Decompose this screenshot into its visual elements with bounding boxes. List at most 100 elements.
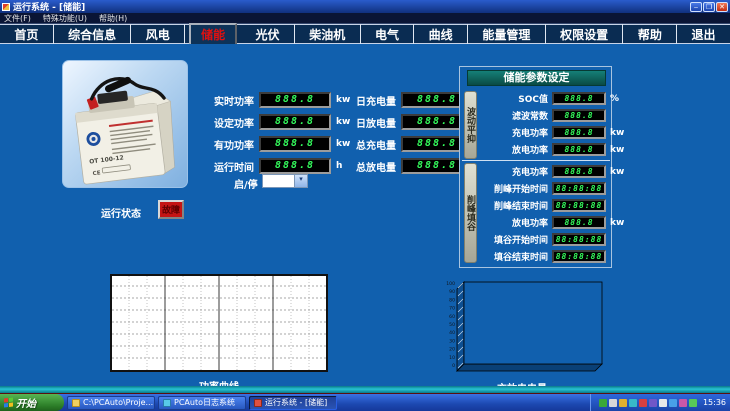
taskbar-task-log-system[interactable]: PCAuto日志系统 (158, 396, 246, 410)
led-display[interactable]: 888.8 (552, 216, 606, 229)
task-label: 运行系统 - [储能] (265, 397, 327, 408)
menu-help[interactable]: 帮助(H) (99, 13, 127, 24)
charge-discharge-chart: 100 90 80 70 60 50 40 30 20 10 0 (432, 278, 612, 374)
led-display[interactable]: 88:88:88 (552, 199, 606, 212)
param-label: 日放电量 (338, 115, 396, 130)
tray-icon[interactable] (689, 399, 697, 407)
battery-image: OT 100-12 CE (62, 60, 188, 188)
nav-storage[interactable]: 储能 (189, 23, 237, 46)
nav-overview[interactable]: 综合信息 (54, 24, 132, 45)
tray-icon[interactable] (619, 399, 627, 407)
taskbar-clock[interactable]: 15:36 (703, 398, 726, 407)
tray-icon[interactable] (659, 399, 667, 407)
led-display: 888.8 (259, 114, 331, 130)
system-tray: 15:36 (590, 394, 730, 411)
setting-unit: kw (610, 167, 626, 177)
settings-row: SOC值 888.8 % (480, 91, 626, 106)
y-tick: 60 (449, 314, 455, 320)
nav-pv[interactable]: 光伏 (241, 24, 295, 45)
nav-home[interactable]: 首页 (0, 24, 54, 45)
setting-label: 充电功率 (480, 126, 548, 139)
menubar: 文件(F) 特殊功能(U) 帮助(H) (0, 13, 730, 24)
led-display[interactable]: 888.8 (552, 143, 606, 156)
nav-diesel[interactable]: 柴油机 (295, 24, 361, 45)
led-display: 888.8 (259, 92, 331, 108)
nav-wind[interactable]: 风电 (131, 24, 185, 45)
tray-icon[interactable] (629, 399, 637, 407)
led-display[interactable]: 88:88:88 (552, 182, 606, 195)
nav-permissions[interactable]: 权限设置 (546, 24, 624, 45)
group-divider (462, 160, 610, 161)
nav-help[interactable]: 帮助 (623, 24, 677, 45)
tray-icon[interactable] (669, 399, 677, 407)
app-window-icon (163, 399, 171, 407)
menu-file[interactable]: 文件(F) (4, 13, 31, 24)
settings-row: 填谷结束时间 88:88:88 (480, 249, 626, 264)
settings-row: 充电功率 888.8 kw (480, 125, 626, 140)
y-tick: 40 (449, 330, 455, 336)
y-tick: 70 (449, 306, 455, 312)
setting-label: 放电功率 (480, 216, 548, 229)
app-window: 运行系统 - [储能] 文件(F) 特殊功能(U) 帮助(H) 首页 综合信息 … (0, 0, 730, 411)
taskbar-task-run-system[interactable]: 运行系统 - [储能] (249, 396, 337, 410)
menu-special[interactable]: 特殊功能(U) (43, 13, 87, 24)
led-display[interactable]: 888.8 (552, 109, 606, 122)
monitor-row: 有功功率 888.8 kw (196, 136, 350, 152)
folder-icon (72, 399, 80, 407)
group-tab-peak-shaving: 削峰填谷 (464, 163, 477, 263)
tray-icon[interactable] (649, 399, 657, 407)
led-display[interactable]: 88:88:88 (552, 250, 606, 263)
settings-row: 放电功率 888.8 kw (480, 142, 626, 157)
settings-row: 填谷开始时间 88:88:88 (480, 232, 626, 247)
param-label: 日充电量 (338, 93, 396, 108)
setting-label: 削峰结束时间 (480, 199, 548, 212)
windows-logo-icon (4, 398, 13, 408)
settings-title: 储能参数设定 (467, 70, 606, 86)
param-label: 总充电量 (338, 137, 396, 152)
settings-panel: 储能参数设定 波动平抑 削峰填谷 SOC值 888.8 % 滤波常数 888.8… (459, 66, 612, 268)
nav-curves[interactable]: 曲线 (414, 24, 468, 45)
nav-electric[interactable]: 电气 (361, 24, 415, 45)
param-label: 总放电量 (338, 159, 396, 174)
setting-unit: kw (610, 218, 626, 228)
led-display[interactable]: 888.8 (552, 92, 606, 105)
window-titlebar[interactable]: 运行系统 - [储能] (0, 0, 730, 13)
close-icon[interactable] (716, 2, 728, 12)
led-display: 888.8 (259, 136, 331, 152)
taskbar-task-explorer[interactable]: C:\PCAuto\Proje... (67, 396, 155, 410)
tray-icon[interactable] (599, 399, 607, 407)
power-curve-chart (110, 274, 328, 372)
chevron-down-icon[interactable] (294, 175, 307, 187)
status-indicator: 故障 (158, 200, 184, 219)
start-label: 开始 (16, 395, 36, 410)
nav-energy-mgmt[interactable]: 能量管理 (468, 24, 546, 45)
param-label: 运行时间 (196, 159, 254, 174)
setting-unit: kw (610, 128, 626, 138)
led-display: 888.8 (259, 158, 331, 174)
setting-label: 填谷开始时间 (480, 233, 548, 246)
minimize-icon[interactable] (690, 2, 702, 12)
svg-text:CE: CE (92, 170, 101, 177)
start-stop-dropdown[interactable] (262, 174, 308, 188)
task-label: C:\PCAuto\Proje... (83, 398, 153, 407)
window-title: 运行系统 - [储能] (13, 0, 85, 13)
tray-icon[interactable] (639, 399, 647, 407)
restore-icon[interactable] (703, 2, 715, 12)
group-tab-smoothing: 波动平抑 (464, 91, 477, 159)
nav-bar: 首页 综合信息 风电 储能 光伏 柴油机 电气 曲线 能量管理 权限设置 帮助 … (0, 24, 730, 44)
nav-exit[interactable]: 退出 (677, 24, 730, 45)
setting-unit: kw (610, 145, 626, 155)
led-display[interactable]: 888.8 (552, 126, 606, 139)
y-tick: 80 (449, 297, 455, 303)
y-tick: 90 (449, 289, 455, 295)
setting-label: 放电功率 (480, 143, 548, 156)
setting-label: 填谷结束时间 (480, 250, 548, 263)
tray-icon[interactable] (609, 399, 617, 407)
led-display[interactable]: 888.8 (552, 165, 606, 178)
param-label: 设定功率 (196, 115, 254, 130)
led-display[interactable]: 88:88:88 (552, 233, 606, 246)
window-bottom-strip (0, 386, 730, 394)
start-button[interactable]: 开始 (0, 394, 64, 411)
tray-icon[interactable] (679, 399, 687, 407)
settings-row: 削峰结束时间 88:88:88 (480, 198, 626, 213)
